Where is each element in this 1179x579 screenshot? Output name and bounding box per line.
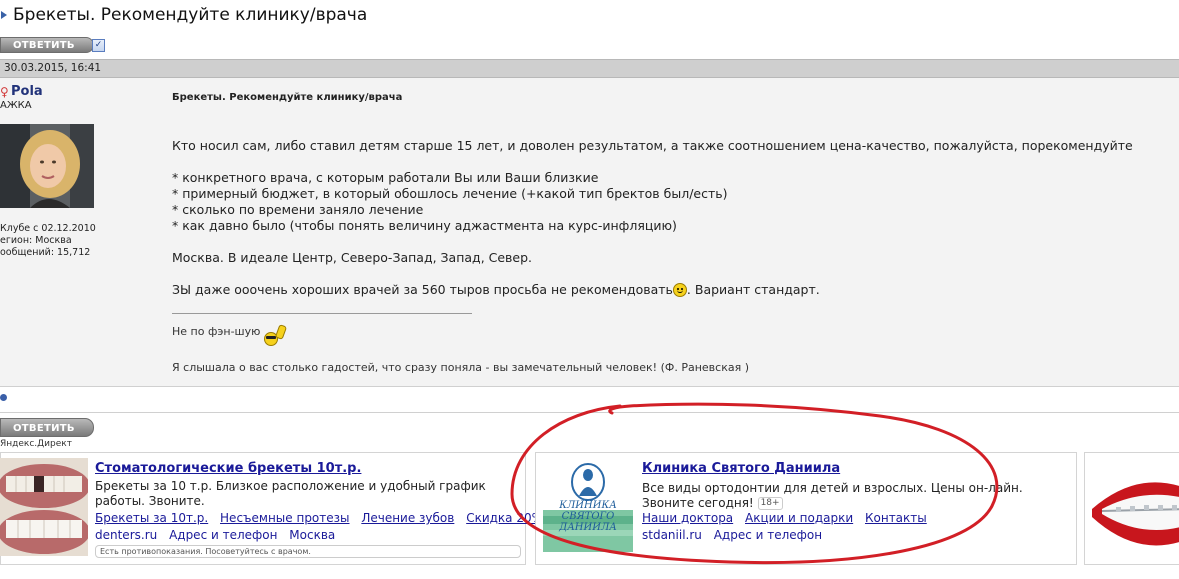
- post-ps-text: ЗЫ даже ооочень хороших врачей за 560 ты…: [172, 282, 673, 297]
- ad1-text: Брекеты за 10 т.р. Близкое расположение …: [95, 479, 486, 508]
- signature-text: Не по фэн-шую: [172, 325, 261, 338]
- user-posts: ообщений: 15,712: [0, 247, 91, 258]
- braces-smile-image[interactable]: [1088, 459, 1179, 556]
- title-arrow-icon: [1, 11, 7, 19]
- avatar[interactable]: [0, 124, 94, 208]
- ad1-link[interactable]: Несъемные протезы: [220, 511, 349, 525]
- user-joined: Клубе с 02.12.2010: [0, 223, 96, 234]
- post-location: Москва. В идеале Центр, Северо-Запад, За…: [172, 250, 533, 265]
- post-bullet: * сколько по времени заняло лечение: [172, 202, 424, 217]
- page-title-row: Брекеты. Рекомендуйте клинику/врача: [0, 4, 367, 26]
- cool-smiley-icon: [263, 324, 290, 346]
- post-header-bar: [0, 59, 1179, 78]
- teeth-image[interactable]: [0, 458, 88, 556]
- post-date: 30.03.2015, 16:41: [4, 62, 102, 74]
- ad1-disclaimer: Есть противопоказания. Посоветуйтесь с в…: [95, 545, 521, 558]
- ad1-link[interactable]: Лечение зубов: [361, 511, 454, 525]
- post-ps: ЗЫ даже ооочень хороших врачей за 560 ты…: [172, 282, 820, 297]
- ad1-city[interactable]: Москва: [289, 528, 335, 542]
- female-gender-icon: ♀: [0, 85, 9, 99]
- signature-divider: [172, 313, 472, 314]
- ad1-domain[interactable]: denters.ru: [95, 528, 157, 542]
- post-ps-tail: . Вариант стандарт.: [686, 282, 820, 297]
- post-subject: Брекеты. Рекомендуйте клинику/врача: [172, 92, 403, 103]
- post-bullet: * примерный бюджет, в который обошлось л…: [172, 186, 728, 201]
- ad1-link[interactable]: Брекеты за 10т.р.: [95, 511, 208, 525]
- reply-button-bottom[interactable]: ОТВЕТИТЬ: [0, 418, 94, 437]
- user-region: егион: Москва: [0, 235, 72, 246]
- annotation-circle: [510, 402, 999, 564]
- checkbox-icon[interactable]: ✓: [92, 39, 105, 52]
- post-paragraph: Кто носил сам, либо ставил детям старше …: [172, 138, 1133, 153]
- ad1-links: Брекеты за 10т.р. Несъемные протезы Лече…: [95, 511, 543, 525]
- post-bullet: * конкретного врача, с которым работали …: [172, 170, 599, 185]
- reply-button-top[interactable]: ОТВЕТИТЬ: [0, 37, 94, 53]
- user-status: АЖКА: [0, 100, 32, 111]
- ad1-address-link[interactable]: Адрес и телефон: [169, 528, 277, 542]
- signature-line2: Я слышала о вас столько гадостей, что ср…: [172, 361, 749, 374]
- signature-line1: Не по фэн-шую: [172, 324, 290, 346]
- bullet-icon: [0, 394, 7, 401]
- username[interactable]: Pola: [11, 84, 43, 99]
- ad1-title-link[interactable]: Стоматологические брекеты 10т.р.: [95, 461, 361, 476]
- post-bullet: * как давно было (чтобы понять величину …: [172, 218, 677, 233]
- yandex-direct-label[interactable]: Яндекс.Директ: [0, 439, 72, 449]
- ad1-domain-row: denters.ru Адрес и телефон Москва: [95, 528, 335, 542]
- page-title: Брекеты. Рекомендуйте клинику/врача: [13, 5, 368, 25]
- divider: [0, 386, 1179, 387]
- smiley-icon: [672, 283, 687, 297]
